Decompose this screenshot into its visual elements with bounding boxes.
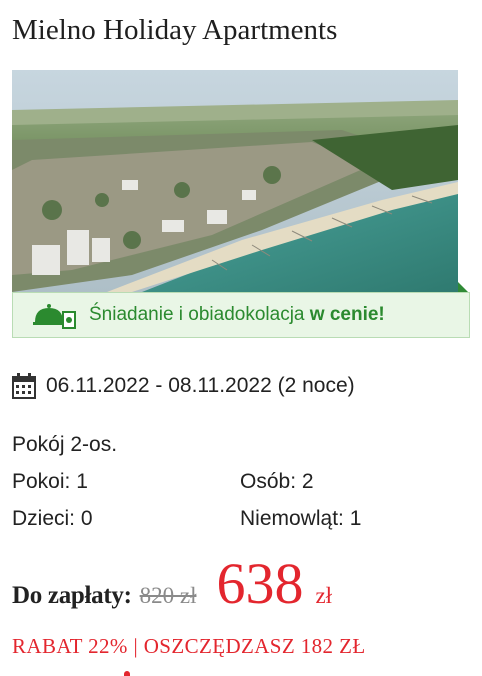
calendar-icon [12,373,36,399]
promo-text: Śniadanie i obiadokolacja w cenie! [89,304,385,325]
dining-cloche-icon [33,300,77,330]
price-block: Do zapłaty: 820 zł 638 zł [12,550,332,620]
persons-count: Osób: 2 [240,470,314,493]
stay-dates: 06.11.2022 - 08.11.2022 (2 noce) [12,373,355,399]
beach-aerial-photo [12,70,458,292]
infants-count: Niemowląt: 1 [240,507,362,530]
discount-text: RABAT 22% | OSZCZĘDZASZ 182 ZŁ [12,634,366,658]
new-price: 638 [216,551,304,616]
scroll-indicator [124,671,130,676]
rooms-count: Pokoi: 1 [12,470,88,493]
hotel-title: Mielno Holiday Apartments [12,14,338,46]
dates-text: 06.11.2022 - 08.11.2022 (2 noce) [46,374,355,397]
price-label: Do zapłaty: [12,582,132,609]
promo-banner: Śniadanie i obiadokolacja w cenie! [12,292,470,338]
children-count: Dzieci: 0 [12,507,93,530]
old-price: 820 zł [139,583,197,608]
room-name: Pokój 2-os. [12,433,118,456]
price-currency: zł [315,583,333,608]
